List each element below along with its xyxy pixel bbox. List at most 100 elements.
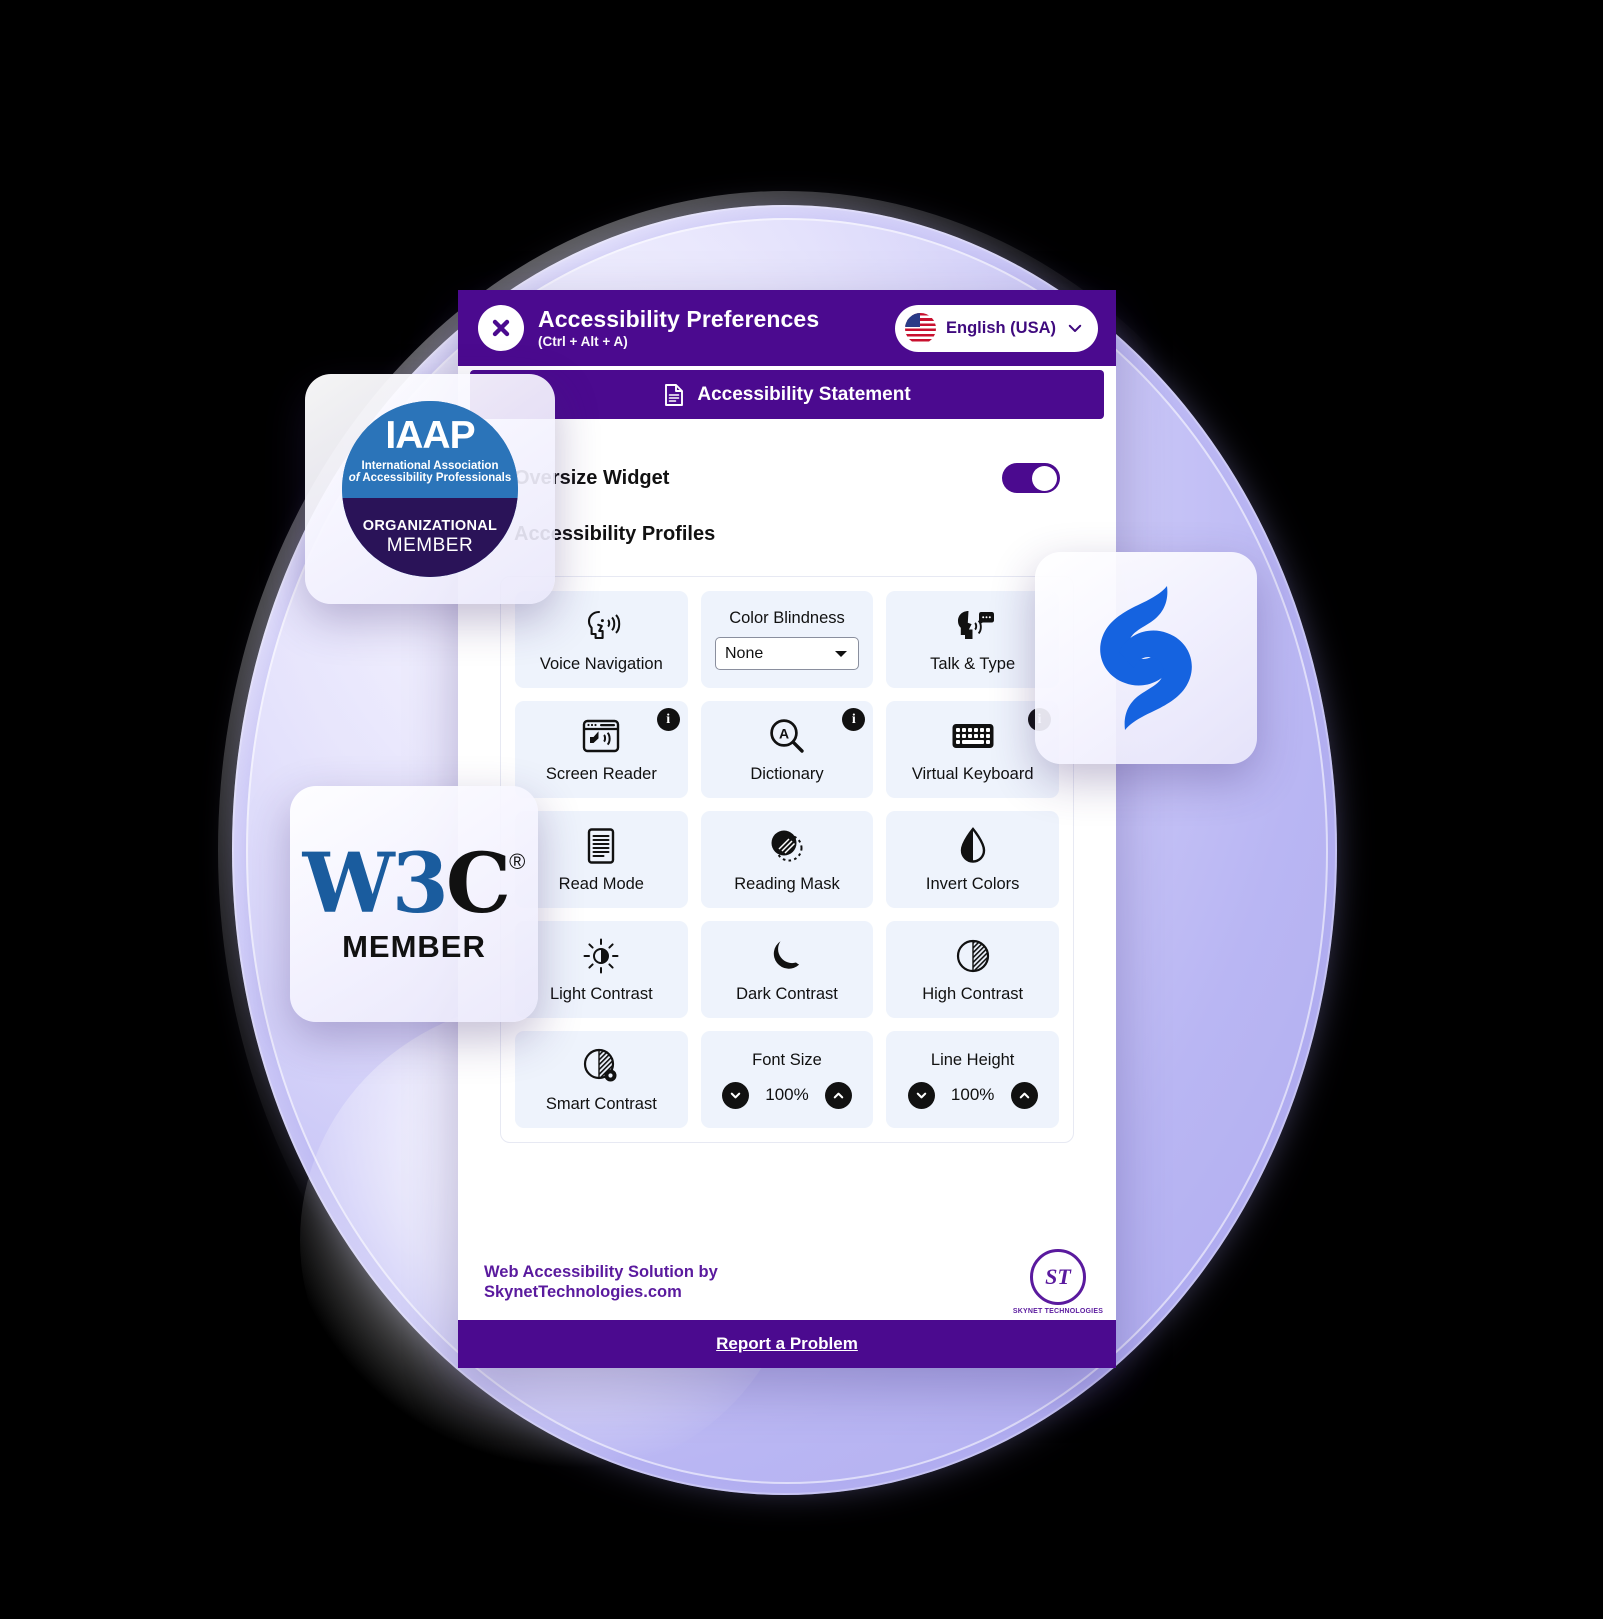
tile-high-contrast[interactable]: High Contrast: [886, 921, 1059, 1018]
iaap-line-2-italic: of: [348, 471, 360, 484]
tile-label: Dark Contrast: [736, 984, 838, 1003]
iaap-line-1: International Association: [361, 459, 499, 472]
st-monogram: ST: [1030, 1249, 1086, 1305]
voice-navigation-icon: [580, 606, 622, 646]
reading-mask-icon: [768, 826, 806, 866]
font-size-stepper: 100%: [721, 1081, 852, 1109]
tile-line-height: Line Height 100%: [886, 1031, 1059, 1128]
increase-button[interactable]: [1010, 1081, 1038, 1109]
iaap-line-2: of Accessibility Professionals: [349, 472, 512, 484]
info-badge[interactable]: i: [842, 708, 866, 731]
line-height-value: 100%: [950, 1085, 995, 1104]
tile-label: Screen Reader: [545, 764, 657, 783]
font-size-value: 100%: [765, 1085, 809, 1104]
st-logo-name: SKYNET TECHNOLOGIES: [1012, 1308, 1104, 1315]
tile-label: Virtual Keyboard: [911, 764, 1034, 783]
tile-label: Talk & Type: [930, 654, 1016, 673]
credit-text: Web Accessibility Solution by SkynetTech…: [484, 1262, 718, 1302]
w3c-mark-black: C: [445, 836, 511, 932]
tile-label: Invert Colors: [925, 874, 1020, 893]
language-selector[interactable]: English (USA): [895, 304, 1098, 352]
feature-tiles-grid: Voice Navigation Color Blindness None Ta…: [500, 576, 1074, 1143]
tile-label: Light Contrast: [549, 984, 653, 1003]
report-problem-bar: Report a Problem: [458, 1320, 1116, 1368]
tile-label: Smart Contrast: [545, 1094, 657, 1113]
usa-flag-icon: [905, 312, 936, 344]
high-contrast-icon: [954, 936, 992, 976]
tile-font-size: Font Size 100%: [700, 1031, 874, 1128]
tile-label: High Contrast: [922, 984, 1024, 1003]
iaap-badge-card: IAAP International Association of Access…: [305, 374, 555, 604]
w3c-mark-blue: W3: [302, 836, 449, 932]
w3c-wordmark: W3 C ®: [303, 843, 526, 925]
svg-text:A: A: [779, 725, 789, 741]
read-mode-icon: [586, 826, 616, 866]
tile-label: Line Height: [930, 1050, 1015, 1069]
credit-line-1: Web Accessibility Solution by: [484, 1262, 718, 1281]
w3c-member-badge-card: W3 C ® MEMBER: [290, 786, 538, 1022]
light-contrast-icon: [582, 936, 620, 976]
tile-label: Reading Mask: [734, 874, 840, 893]
accessibility-statement-label: Accessibility Statement: [697, 383, 911, 405]
iaap-line-2-rest: Accessibility Professionals: [359, 471, 512, 484]
tile-talk-and-type[interactable]: Talk & Type: [886, 591, 1059, 688]
tile-label: Color Blindness: [729, 609, 845, 627]
skynet-s-mark-icon: [1071, 578, 1221, 738]
iaap-member: MEMBER: [386, 535, 474, 556]
page-title: Accessibility Preferences: [538, 305, 820, 332]
oversize-widget-row: Oversize Widget: [472, 419, 1102, 493]
dictionary-icon: A: [768, 716, 806, 756]
document-icon: [663, 383, 685, 407]
line-height-stepper: 100%: [907, 1081, 1038, 1109]
decrease-button[interactable]: [721, 1081, 749, 1109]
tile-label: Voice Navigation: [539, 654, 663, 673]
color-blindness-select[interactable]: None: [714, 637, 859, 670]
w3c-member-label: MEMBER: [342, 929, 486, 964]
iaap-seal-top: IAAP International Association of Access…: [342, 401, 518, 498]
language-label: English (USA): [946, 318, 1056, 337]
tile-screen-reader[interactable]: i Screen Reader: [515, 701, 688, 798]
tile-light-contrast[interactable]: Light Contrast: [515, 921, 688, 1018]
tile-smart-contrast[interactable]: Smart Contrast: [515, 1031, 688, 1128]
accessibility-statement-button[interactable]: Accessibility Statement: [470, 370, 1104, 419]
iaap-acronym: IAAP: [385, 413, 475, 457]
tile-invert-colors[interactable]: Invert Colors: [886, 811, 1059, 908]
keyboard-shortcut: (Ctrl + Alt + A): [538, 334, 628, 350]
widget-body: Oversize Widget Accessibility Profiles V…: [458, 419, 1116, 1368]
iaap-seal-bottom: ORGANIZATIONAL MEMBER: [342, 498, 518, 577]
report-problem-link[interactable]: Report a Problem: [716, 1334, 858, 1354]
iaap-organizational: ORGANIZATIONAL: [362, 518, 498, 534]
header-text: Accessibility Preferences (Ctrl + Alt + …: [538, 305, 881, 350]
tile-dark-contrast[interactable]: Dark Contrast: [700, 921, 874, 1018]
increase-button[interactable]: [824, 1081, 852, 1109]
tile-dictionary[interactable]: i A Dictionary: [700, 701, 874, 798]
tile-reading-mask[interactable]: Reading Mask: [700, 811, 874, 908]
tile-voice-navigation[interactable]: Voice Navigation: [515, 591, 688, 688]
oversize-widget-toggle[interactable]: [1002, 463, 1060, 493]
dark-contrast-icon: [770, 936, 804, 976]
info-badge[interactable]: i: [656, 708, 680, 731]
widget-footer-credit: Web Accessibility Solution by SkynetTech…: [458, 1244, 1116, 1320]
virtual-keyboard-icon: [951, 716, 995, 756]
tile-virtual-keyboard[interactable]: i: [886, 701, 1059, 798]
skynet-mark-badge-card: [1035, 552, 1257, 764]
w3c-logo: W3 C ® MEMBER: [303, 843, 526, 965]
smart-contrast-icon: [582, 1046, 620, 1086]
close-x-icon: [489, 316, 513, 340]
credit-line-2: SkynetTechnologies.com: [484, 1283, 682, 1301]
chevron-down-icon: [833, 648, 849, 660]
tile-color-blindness[interactable]: Color Blindness None: [700, 591, 874, 688]
invert-colors-icon: [958, 826, 988, 866]
decrease-button[interactable]: [907, 1081, 935, 1109]
color-blindness-value: None: [724, 644, 764, 662]
widget-header: Accessibility Preferences (Ctrl + Alt + …: [458, 290, 1116, 366]
accessibility-widget-panel: Accessibility Preferences (Ctrl + Alt + …: [458, 290, 1116, 1368]
screen-reader-icon: [581, 716, 621, 756]
tile-label: Dictionary: [750, 764, 824, 783]
tile-read-mode[interactable]: Read Mode: [515, 811, 688, 908]
chevron-down-icon: [1066, 319, 1084, 337]
tile-label: Font Size: [752, 1050, 822, 1069]
close-button[interactable]: [478, 305, 524, 351]
skynet-technologies-logo: ST SKYNET TECHNOLOGIES: [1013, 1249, 1103, 1315]
tile-label: Read Mode: [558, 874, 644, 893]
